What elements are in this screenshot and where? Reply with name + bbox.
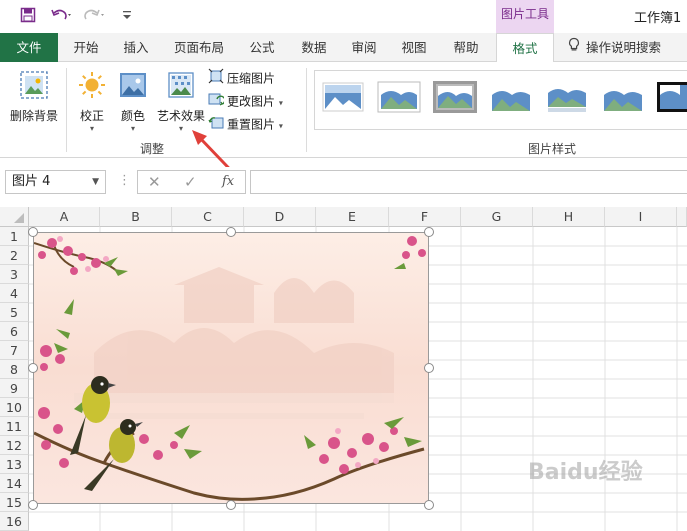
resize-handle[interactable] <box>28 363 38 373</box>
cancel-icon[interactable]: ✕ <box>148 173 161 191</box>
column-header[interactable]: C <box>172 207 244 227</box>
select-all-corner[interactable] <box>0 207 29 227</box>
row-header[interactable]: 12 <box>0 436 29 455</box>
bird-and-blossom-painting <box>34 233 428 503</box>
row-header[interactable]: 3 <box>0 265 29 284</box>
name-box[interactable]: 图片 4 ▼ <box>5 170 106 194</box>
row-header[interactable]: 7 <box>0 341 29 360</box>
column-header[interactable]: F <box>389 207 461 227</box>
row-header[interactable]: 5 <box>0 303 29 322</box>
resize-handle[interactable] <box>424 500 434 510</box>
row-header[interactable]: 1 <box>0 227 29 246</box>
row-header[interactable]: 14 <box>0 474 29 493</box>
chevron-down-icon: ▼ <box>92 177 99 187</box>
resize-handle[interactable] <box>226 227 236 237</box>
row-header[interactable]: 16 <box>0 512 29 531</box>
resize-handle[interactable] <box>28 500 38 510</box>
row-header[interactable]: 15 <box>0 493 29 512</box>
resize-handle[interactable] <box>28 227 38 237</box>
resize-handle[interactable] <box>424 227 434 237</box>
row-header[interactable]: 13 <box>0 455 29 474</box>
column-header[interactable]: G <box>461 207 533 227</box>
more-options-icon[interactable]: ⋮ <box>118 173 131 188</box>
insert-function-icon[interactable]: fx <box>222 174 234 189</box>
row-header[interactable]: 2 <box>0 246 29 265</box>
row-header[interactable]: 9 <box>0 379 29 398</box>
resize-handle[interactable] <box>424 363 434 373</box>
column-header[interactable]: D <box>244 207 316 227</box>
row-header[interactable]: 6 <box>0 322 29 341</box>
enter-icon[interactable]: ✓ <box>184 173 197 191</box>
row-header[interactable]: 8 <box>0 360 29 379</box>
column-header[interactable]: E <box>316 207 389 227</box>
row-header[interactable]: 11 <box>0 417 29 436</box>
row-header[interactable]: 10 <box>0 398 29 417</box>
formula-input[interactable] <box>250 170 687 194</box>
watermark: Baidu经验 <box>528 460 643 485</box>
formula-bar: 图片 4 ▼ ⋮ ✕ ✓ fx <box>0 167 687 199</box>
column-header[interactable]: A <box>29 207 100 227</box>
formula-buttons: ✕ ✓ fx <box>137 170 246 194</box>
row-header[interactable]: 4 <box>0 284 29 303</box>
name-box-value: 图片 4 <box>12 174 51 189</box>
column-header[interactable]: I <box>605 207 677 227</box>
column-header[interactable] <box>677 207 687 227</box>
column-header[interactable]: H <box>533 207 605 227</box>
resize-handle[interactable] <box>226 500 236 510</box>
selected-picture[interactable] <box>33 232 429 504</box>
column-header[interactable]: B <box>100 207 172 227</box>
